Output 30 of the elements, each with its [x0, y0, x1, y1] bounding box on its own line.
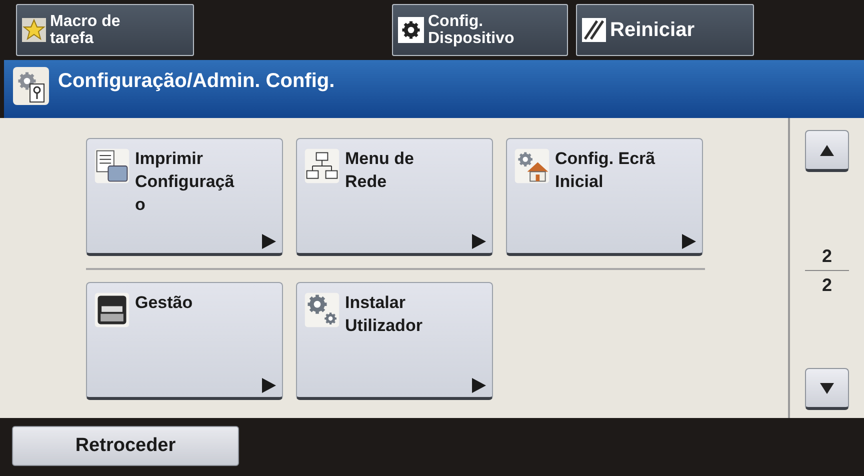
arrow-icon [472, 378, 486, 393]
document-icon [93, 147, 131, 185]
gear-icon [397, 16, 425, 44]
total-pages: 2 [822, 274, 832, 296]
arrow-icon [472, 234, 486, 249]
gears-icon [303, 291, 341, 329]
scroll-up-button[interactable] [805, 130, 849, 172]
menu-tile[interactable]: Gestão [86, 282, 283, 400]
toolbar-button[interactable]: Config. Dispositivo [392, 4, 568, 56]
up-triangle-icon [820, 144, 834, 156]
menu-tile[interactable]: Instalar Utilizador [296, 282, 493, 400]
network-icon [303, 147, 341, 185]
printer-icon [93, 291, 131, 329]
back-button[interactable]: Retroceder [12, 426, 239, 466]
menu-tile[interactable]: Imprimir Configuraçã o [86, 138, 283, 256]
star-icon [21, 17, 47, 43]
arrow-icon [262, 378, 276, 393]
gear-house-icon [513, 147, 551, 185]
arrow-icon [262, 234, 276, 249]
slash-icon [581, 17, 607, 43]
arrow-icon [682, 234, 696, 249]
screen-title: Configuração/Admin. Config. [58, 69, 335, 94]
menu-tile[interactable]: Menu de Rede [296, 138, 493, 256]
current-page: 2 [822, 244, 832, 266]
scroll-down-button[interactable] [805, 368, 849, 410]
settings-key-icon [12, 66, 50, 106]
down-triangle-icon [820, 382, 834, 394]
menu-tile[interactable]: Config. Ecrã Inicial [506, 138, 703, 256]
toolbar-button[interactable]: Macro de tarefa [16, 4, 194, 56]
toolbar-button[interactable]: Reiniciar [576, 4, 754, 56]
